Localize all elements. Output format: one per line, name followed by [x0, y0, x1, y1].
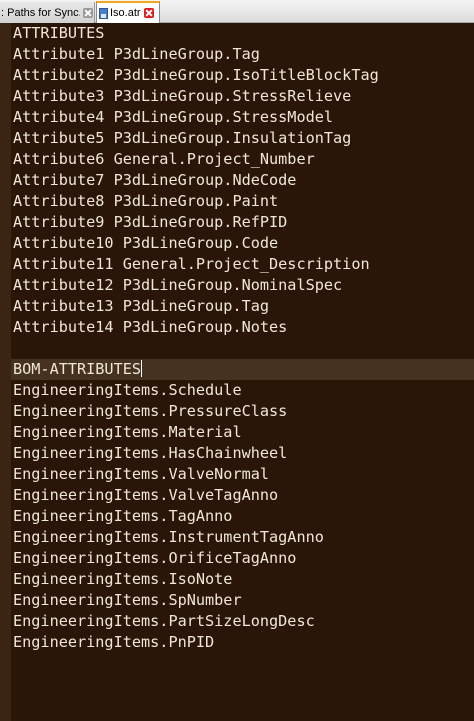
editor-line[interactable]: Attribute13 P3dLineGroup.Tag	[13, 296, 474, 317]
tab-iso-atr[interactable]: Iso.atr	[96, 1, 160, 23]
editor-line-text: EngineeringItems.PartSizeLongDesc	[13, 612, 315, 630]
editor-line[interactable]: Attribute4 P3dLineGroup.StressModel	[13, 107, 474, 128]
editor-line[interactable]: ATTRIBUTES	[13, 23, 474, 44]
editor-line[interactable]: Attribute1 P3dLineGroup.Tag	[13, 44, 474, 65]
text-editor[interactable]: ATTRIBUTES Attribute1 P3dLineGroup.Tag Att…	[0, 23, 474, 721]
editor-line[interactable]: Attribute2 P3dLineGroup.IsoTitleBlockTag	[13, 65, 474, 86]
editor-line-text: Attribute11 General.Project_Description	[13, 255, 370, 273]
close-icon[interactable]	[143, 8, 154, 18]
editor-line[interactable]: EngineeringItems.IsoNote	[13, 569, 474, 590]
editor-line[interactable]	[13, 338, 474, 359]
editor-line[interactable]: Attribute9 P3dLineGroup.RefPID	[13, 212, 474, 233]
editor-line[interactable]: Attribute8 P3dLineGroup.Paint	[13, 191, 474, 212]
editor-line[interactable]: EngineeringItems.Schedule	[13, 380, 474, 401]
editor-line-text: EngineeringItems.ValveTagAnno	[13, 486, 279, 504]
editor-line-text: EngineeringItems.Material	[13, 423, 242, 441]
editor-line-text: EngineeringItems.OrificeTagAnno	[13, 549, 297, 567]
editor-line[interactable]: EngineeringItems.TagAnno	[13, 506, 474, 527]
tab-label: : Paths for Sync.txt	[1, 6, 80, 19]
editor-line[interactable]: Attribute11 General.Project_Description	[13, 254, 474, 275]
editor-line-text: EngineeringItems.SpNumber	[13, 591, 242, 609]
editor-line-text: Attribute4 P3dLineGroup.StressModel	[13, 108, 334, 126]
editor-line-text: EngineeringItems.IsoNote	[13, 570, 233, 588]
editor-line-text: Attribute6 General.Project_Number	[13, 150, 315, 168]
editor-line-text: Attribute2 P3dLineGroup.IsoTitleBlockTag	[13, 66, 379, 84]
editor-line-text: Attribute5 P3dLineGroup.InsulationTag	[13, 129, 352, 147]
editor-line[interactable]: EngineeringItems.SpNumber	[13, 590, 474, 611]
editor-line-text: EngineeringItems.ValveNormal	[13, 465, 270, 483]
editor-line[interactable]: Attribute12 P3dLineGroup.NominalSpec	[13, 275, 474, 296]
editor-line-text: EngineeringItems.Schedule	[13, 381, 242, 399]
editor-line-text: Attribute3 P3dLineGroup.StressRelieve	[13, 87, 352, 105]
editor-line-text: EngineeringItems.TagAnno	[13, 507, 233, 525]
editor-line[interactable]: EngineeringItems.HasChainwheel	[13, 443, 474, 464]
editor-line-text: Attribute8 P3dLineGroup.Paint	[13, 192, 279, 210]
editor-line-text: EngineeringItems.PressureClass	[13, 402, 288, 420]
editor-line-text: ATTRIBUTES	[13, 24, 105, 42]
editor-line[interactable]: EngineeringItems.ValveNormal	[13, 464, 474, 485]
editor-line[interactable]: Attribute3 P3dLineGroup.StressRelieve	[13, 86, 474, 107]
editor-line-text: BOM-ATTRIBUTES	[13, 360, 142, 378]
file-icon	[99, 7, 108, 19]
editor-line[interactable]: Attribute6 General.Project_Number	[13, 149, 474, 170]
editor-line-text: EngineeringItems.InstrumentTagAnno	[13, 528, 324, 546]
editor-line-text: Attribute7 P3dLineGroup.NdeCode	[13, 171, 297, 189]
editor-line[interactable]: Attribute7 P3dLineGroup.NdeCode	[13, 170, 474, 191]
text-caret	[141, 360, 143, 377]
editor-line-text: Attribute1 P3dLineGroup.Tag	[13, 45, 260, 63]
editor-line[interactable]: Attribute14 P3dLineGroup.Notes	[13, 317, 474, 338]
editor-line[interactable]: BOM-ATTRIBUTES	[11, 359, 474, 380]
editor-line[interactable]: EngineeringItems.PressureClass	[13, 401, 474, 422]
editor-line[interactable]: EngineeringItems.OrificeTagAnno	[13, 548, 474, 569]
editor-line[interactable]: Attribute5 P3dLineGroup.InsulationTag	[13, 128, 474, 149]
editor-line[interactable]: EngineeringItems.PartSizeLongDesc	[13, 611, 474, 632]
editor-line[interactable]: EngineeringItems.InstrumentTagAnno	[13, 527, 474, 548]
editor-line-text: Attribute9 P3dLineGroup.RefPID	[13, 213, 288, 231]
editor-line-text: Attribute10 P3dLineGroup.Code	[13, 234, 279, 252]
editor-line[interactable]: EngineeringItems.ValveTagAnno	[13, 485, 474, 506]
editor-line[interactable]: EngineeringItems.Material	[13, 422, 474, 443]
editor-line-text: EngineeringItems.PnPID	[13, 633, 215, 651]
editor-margin	[0, 23, 11, 721]
editor-line-text: Attribute13 P3dLineGroup.Tag	[13, 297, 270, 315]
editor-line-text: Attribute12 P3dLineGroup.NominalSpec	[13, 276, 343, 294]
tab-label: Iso.atr	[110, 7, 141, 19]
editor-line-text: EngineeringItems.HasChainwheel	[13, 444, 288, 462]
editor-line[interactable]: Attribute10 P3dLineGroup.Code	[13, 233, 474, 254]
tab-bar: : Paths for Sync.txt Iso.atr	[0, 0, 474, 23]
close-icon[interactable]	[83, 7, 93, 18]
tab-paths-for-sync[interactable]: : Paths for Sync.txt	[0, 2, 95, 23]
editor-line[interactable]: EngineeringItems.PnPID	[13, 632, 474, 653]
editor-line-text: Attribute14 P3dLineGroup.Notes	[13, 318, 288, 336]
